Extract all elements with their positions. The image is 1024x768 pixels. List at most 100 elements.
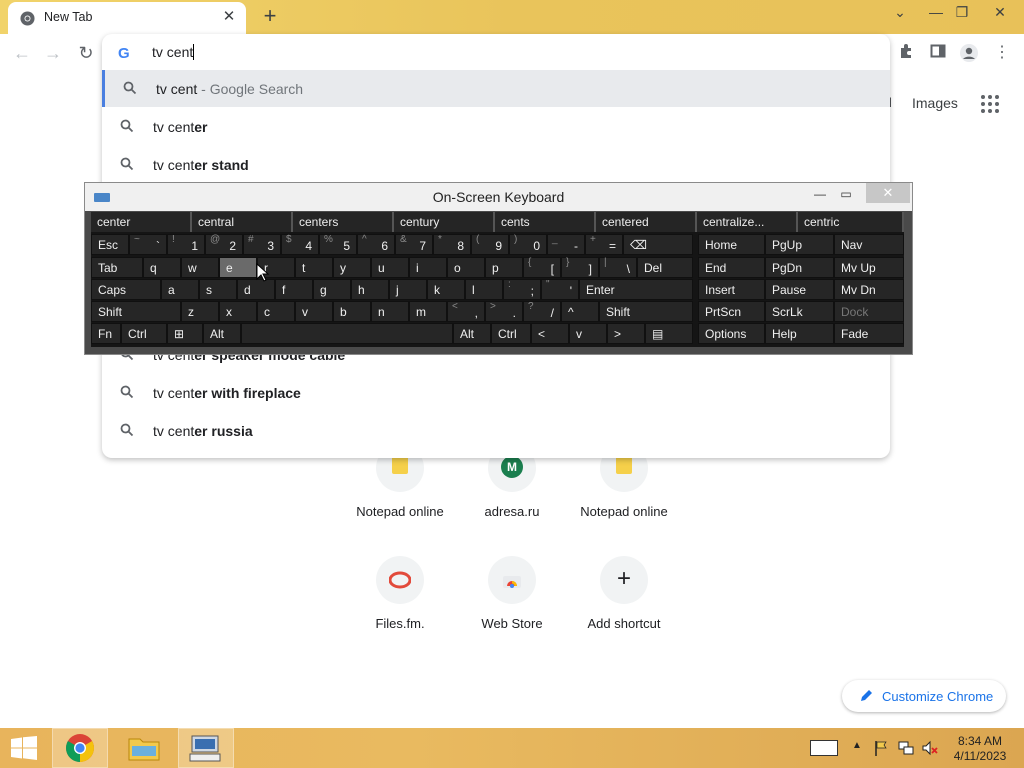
- volume-muted-icon[interactable]: [922, 740, 938, 756]
- key-row1-7[interactable]: ^ 6: [357, 234, 395, 255]
- google-apps-icon[interactable]: [980, 94, 1000, 114]
- key-row1-1[interactable]: ~ `: [129, 234, 167, 255]
- key-nav-3-0[interactable]: PrtScn: [698, 301, 765, 322]
- show-hidden-icons-icon[interactable]: ▲: [852, 740, 862, 751]
- key-row4-6[interactable]: n: [371, 301, 409, 322]
- profile-icon[interactable]: [959, 43, 979, 63]
- shortcut-files-fm[interactable]: Files.fm.: [344, 556, 456, 631]
- key-row3-6[interactable]: h: [351, 279, 389, 300]
- key-row5-7[interactable]: <: [531, 323, 569, 344]
- key-row1-14[interactable]: ⌫: [623, 234, 693, 255]
- key-row3-9[interactable]: l: [465, 279, 503, 300]
- key-row3-5[interactable]: g: [313, 279, 351, 300]
- key-row4-9[interactable]: >.: [485, 301, 523, 322]
- key-nav-4-1[interactable]: Help: [765, 323, 834, 344]
- tab-close-icon[interactable]: ✕: [220, 8, 238, 26]
- key-nav-3-1[interactable]: ScrLk: [765, 301, 834, 322]
- menu-dots-icon[interactable]: ⋮: [992, 43, 1012, 63]
- prediction-6[interactable]: centralize...: [697, 212, 798, 232]
- key-nav-2-2[interactable]: Mv Dn: [834, 279, 904, 300]
- taskbar-file-explorer[interactable]: [116, 728, 172, 768]
- key-row1-2[interactable]: ! 1: [167, 234, 205, 255]
- key-row2-6[interactable]: y: [333, 257, 371, 278]
- back-icon[interactable]: ←: [10, 41, 34, 65]
- key-nav-2-0[interactable]: Insert: [698, 279, 765, 300]
- customize-chrome-button[interactable]: Customize Chrome: [842, 680, 1006, 712]
- key-row1-8[interactable]: & 7: [395, 234, 433, 255]
- key-row1-6[interactable]: % 5: [319, 234, 357, 255]
- key-row2-0[interactable]: Tab: [91, 257, 143, 278]
- taskbar-on-screen-keyboard[interactable]: [178, 728, 234, 768]
- key-nav-1-2[interactable]: Mv Up: [834, 257, 904, 278]
- key-row4-1[interactable]: z: [181, 301, 219, 322]
- key-row2-11[interactable]: {[: [523, 257, 561, 278]
- key-nav-1-1[interactable]: PgDn: [765, 257, 834, 278]
- prediction-3[interactable]: century: [394, 212, 495, 232]
- key-row1-9[interactable]: * 8: [433, 234, 471, 255]
- osk-titlebar[interactable]: On-Screen Keyboard — ▭ ✕: [85, 183, 912, 211]
- system-clock[interactable]: 8:34 AM 4/11/2023: [944, 734, 1016, 764]
- key-row3-11[interactable]: " ': [541, 279, 579, 300]
- key-row1-13[interactable]: + =: [585, 234, 623, 255]
- images-link[interactable]: Images: [912, 95, 958, 111]
- suggestion-with-fireplace[interactable]: tv center with fireplace: [102, 374, 890, 411]
- action-center-flag-icon[interactable]: [874, 740, 888, 756]
- key-row2-7[interactable]: u: [371, 257, 409, 278]
- key-nav-3-2[interactable]: Dock: [834, 301, 904, 322]
- key-row5-5[interactable]: Alt: [453, 323, 491, 344]
- key-row1-5[interactable]: $4: [281, 234, 319, 255]
- key-row2-8[interactable]: i: [409, 257, 447, 278]
- key-row5-6[interactable]: Ctrl: [491, 323, 531, 344]
- key-row1-3[interactable]: @2: [205, 234, 243, 255]
- add-shortcut-button[interactable]: + Add shortcut: [568, 556, 680, 631]
- prediction-2[interactable]: centers: [293, 212, 394, 232]
- taskbar-chrome[interactable]: [52, 728, 108, 768]
- key-row5-2[interactable]: ⊞: [167, 323, 203, 344]
- key-row3-7[interactable]: j: [389, 279, 427, 300]
- key-row3-10[interactable]: :;: [503, 279, 541, 300]
- suggestion-google-search[interactable]: tv cent - Google Search: [102, 70, 890, 107]
- close-window-icon[interactable]: ✕: [984, 0, 1016, 26]
- key-row1-0[interactable]: Esc: [91, 234, 129, 255]
- key-row4-2[interactable]: x: [219, 301, 257, 322]
- key-row1-11[interactable]: ) 0: [509, 234, 547, 255]
- prediction-1[interactable]: central: [192, 212, 293, 232]
- key-nav-0-0[interactable]: Home: [698, 234, 765, 255]
- key-nav-0-1[interactable]: PgUp: [765, 234, 834, 255]
- reload-icon[interactable]: ↻: [74, 41, 98, 65]
- key-row3-4[interactable]: f: [275, 279, 313, 300]
- key-row4-5[interactable]: b: [333, 301, 371, 322]
- key-row5-1[interactable]: Ctrl: [121, 323, 167, 344]
- suggestion-russia[interactable]: tv center russia: [102, 412, 890, 449]
- key-row5-3[interactable]: Alt: [203, 323, 241, 344]
- extensions-icon[interactable]: [896, 43, 916, 63]
- key-row3-2[interactable]: s: [199, 279, 237, 300]
- shortcut-web-store[interactable]: Web Store: [456, 556, 568, 631]
- key-row2-13[interactable]: | \: [599, 257, 637, 278]
- key-row4-8[interactable]: <,: [447, 301, 485, 322]
- side-panel-icon[interactable]: [928, 43, 948, 63]
- key-row4-3[interactable]: c: [257, 301, 295, 322]
- osk-close-icon[interactable]: ✕: [866, 183, 910, 203]
- key-row5-4[interactable]: [241, 323, 453, 344]
- key-row2-3[interactable]: e: [219, 257, 257, 278]
- key-nav-2-1[interactable]: Pause: [765, 279, 834, 300]
- address-bar[interactable]: G tv cent: [102, 34, 890, 70]
- new-tab-button[interactable]: +: [258, 4, 282, 28]
- key-row2-14[interactable]: Del: [637, 257, 693, 278]
- key-row4-12[interactable]: Shift: [599, 301, 693, 322]
- suggestion-tv-center-stand[interactable]: tv center stand: [102, 146, 890, 183]
- key-nav-1-0[interactable]: End: [698, 257, 765, 278]
- key-row5-10[interactable]: ▤: [645, 323, 693, 344]
- key-row4-4[interactable]: v: [295, 301, 333, 322]
- network-icon[interactable]: [898, 740, 914, 756]
- key-row2-12[interactable]: }]: [561, 257, 599, 278]
- osk-maximize-icon[interactable]: ▭: [831, 185, 861, 203]
- key-row1-4[interactable]: #3: [243, 234, 281, 255]
- key-row1-10[interactable]: (9: [471, 234, 509, 255]
- key-row4-7[interactable]: m: [409, 301, 447, 322]
- prediction-5[interactable]: centered: [596, 212, 697, 232]
- key-row4-10[interactable]: ? /: [523, 301, 561, 322]
- key-row2-5[interactable]: t: [295, 257, 333, 278]
- start-button[interactable]: [0, 728, 56, 768]
